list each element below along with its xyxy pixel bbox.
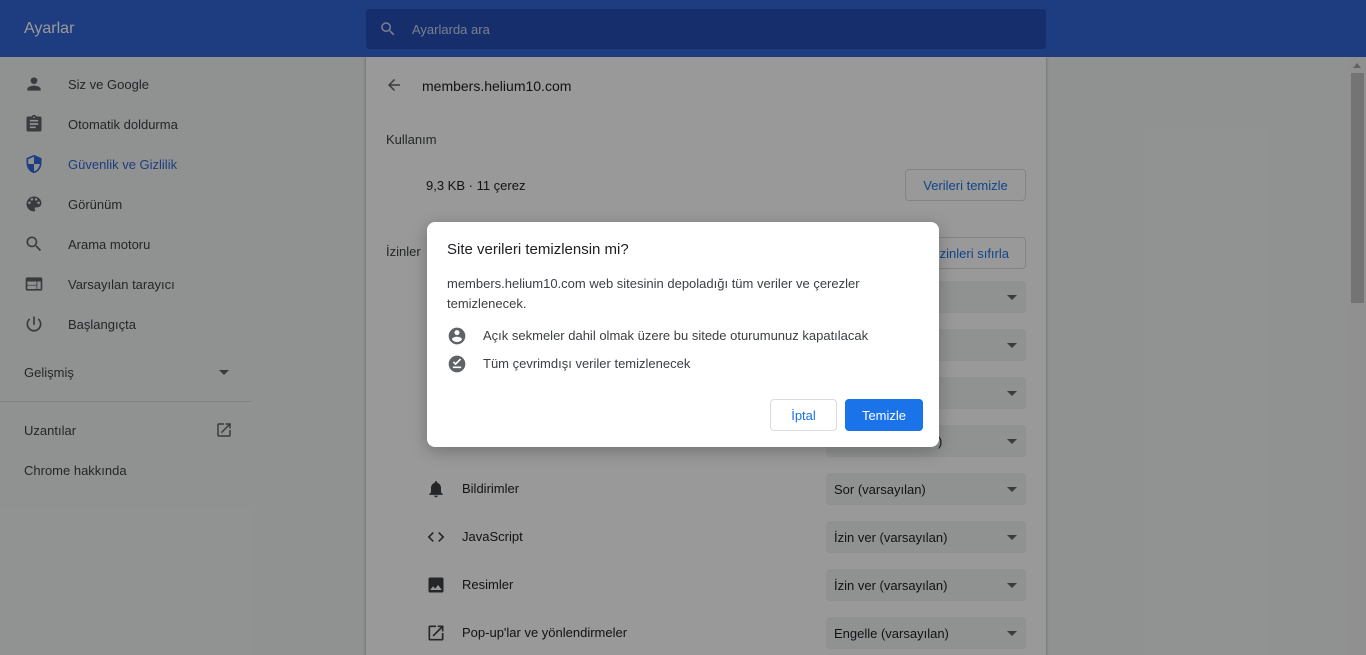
dialog-list-item: Tüm çevrimdışı veriler temizlenecek bbox=[483, 356, 691, 371]
dialog-body: members.helium10.com web sitesinin depol… bbox=[447, 276, 860, 311]
dialog-title: Site verileri temizlensin mi? bbox=[447, 241, 629, 258]
clear-site-data-dialog: Site verileri temizlensin mi? members.he… bbox=[427, 222, 939, 447]
confirm-clear-button[interactable]: Temizle bbox=[845, 399, 923, 431]
offline-check-icon bbox=[448, 355, 466, 373]
cancel-button[interactable]: İptal bbox=[770, 399, 837, 431]
account-circle-icon bbox=[448, 327, 466, 345]
dialog-list-item: Açık sekmeler dahil olmak üzere bu sited… bbox=[483, 328, 869, 343]
